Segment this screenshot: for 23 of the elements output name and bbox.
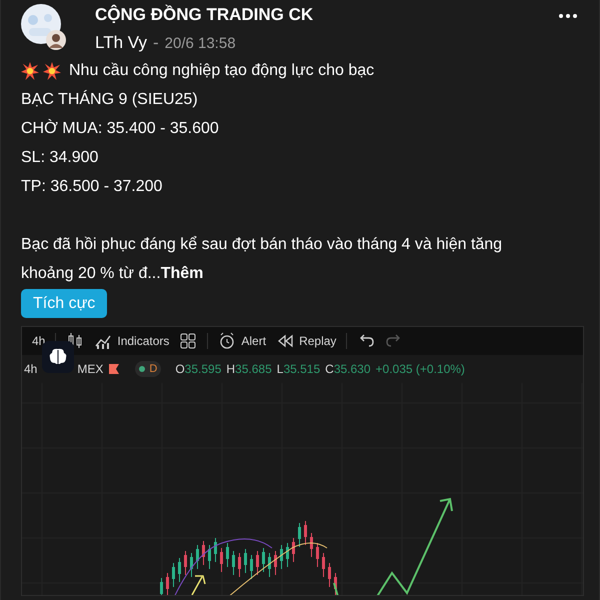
author-name[interactable]: LTh Vy <box>95 30 147 56</box>
replay-button[interactable]: Replay <box>299 332 336 350</box>
post-text: Bạc đã hồi phục đáng kể sau đợt bán tháo vào tháng 4 và hiện tăng khoảng 20 % từ đ...Thêm <box>21 235 504 284</box>
ohlc-value: L35.515 <box>276 361 320 378</box>
ohlc-value: O35.595 <box>175 361 222 378</box>
post-line: SL: 34.900 <box>21 148 98 168</box>
ohlc-value: C35.630 <box>325 361 371 378</box>
more-link[interactable]: Thêm <box>160 265 204 282</box>
chart-interval: 4h <box>24 361 38 378</box>
separator: - <box>152 32 159 54</box>
alert-button[interactable]: Alert <box>241 332 266 350</box>
post-line: TP: 36.500 - 37.200 <box>21 177 162 197</box>
pill-label: D <box>149 362 158 377</box>
ohlc-value: H35.685 <box>226 361 272 378</box>
interval-button[interactable]: 4h <box>32 332 46 350</box>
indicators-button[interactable]: Indicators <box>117 332 170 350</box>
post-time: 20/6 13:58 <box>164 34 236 54</box>
post-line: BẠC THÁNG 9 (SIEU25) <box>21 89 198 110</box>
post-line: CHỜ MUA: 35.400 - 35.600 <box>21 118 219 139</box>
price-change: +0.035 (+0.10%) <box>376 361 465 378</box>
group-name[interactable]: CỘNG ĐỒNG TRADING CK <box>95 4 314 26</box>
chart-symbol: MEX <box>77 361 104 378</box>
post-headline: Nhu cầu công nghiệp tạo động lực cho bạc <box>69 61 374 81</box>
